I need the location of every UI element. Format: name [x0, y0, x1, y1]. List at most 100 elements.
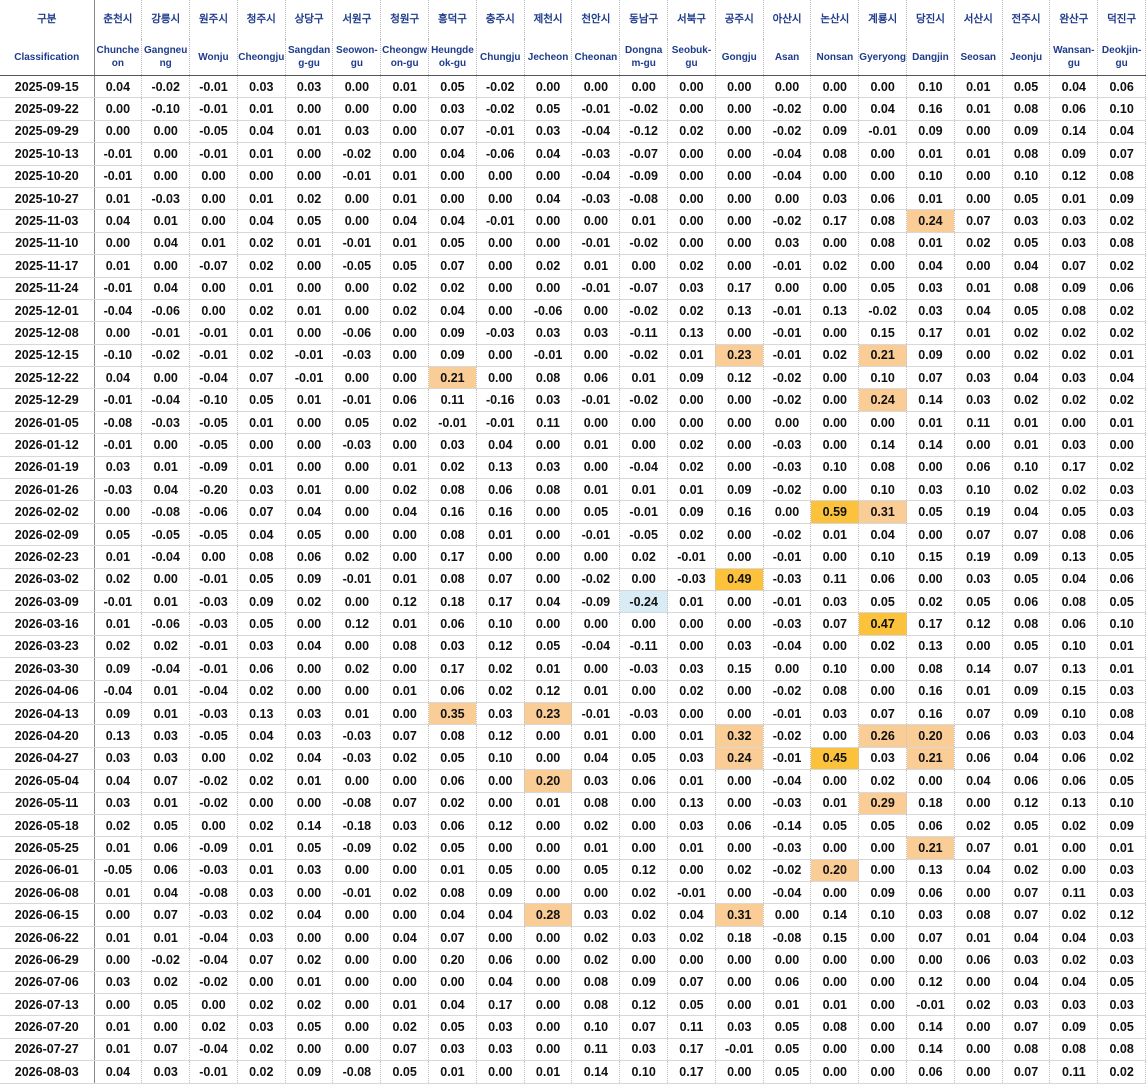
value-cell: 0.04	[524, 590, 573, 614]
value-cell: 0.00	[94, 903, 143, 927]
value-cell: 0.00	[667, 232, 716, 256]
value-cell: -0.02	[619, 232, 669, 256]
value-cell: 0.00	[715, 993, 764, 1017]
value-cell: 0.04	[428, 903, 477, 927]
value-cell: 0.00	[476, 299, 525, 323]
value-cell: -0.10	[141, 97, 191, 121]
value-cell: 0.04	[1049, 971, 1099, 995]
value-cell: -0.09	[571, 590, 621, 614]
value-cell: 0.00	[476, 254, 525, 278]
value-cell: 0.14	[906, 433, 955, 457]
value-cell: 0.02	[237, 1038, 286, 1062]
value-cell: 0.00	[332, 277, 382, 300]
value-cell: 0.10	[1049, 635, 1099, 659]
value-cell: 0.00	[332, 948, 382, 972]
value-cell: 0.02	[380, 881, 430, 905]
value-cell: 0.00	[285, 612, 334, 636]
value-cell: 0.01	[237, 836, 286, 860]
value-cell: 0.05	[428, 747, 477, 771]
value-cell: 0.00	[810, 97, 860, 121]
value-cell: 0.18	[428, 590, 477, 614]
value-cell: 0.05	[285, 1015, 334, 1039]
value-cell: 0.06	[954, 724, 1003, 748]
value-cell: 0.10	[810, 456, 860, 480]
value-cell: 0.01	[380, 165, 430, 188]
value-cell: 0.10	[858, 903, 908, 927]
value-cell: 0.08	[571, 993, 621, 1017]
value-cell: -0.01	[667, 881, 716, 905]
column-header-ko: 원주시	[189, 0, 238, 39]
value-cell: 0.02	[1002, 344, 1051, 368]
value-cell: 0.00	[763, 903, 812, 927]
row-date: 2025-09-15	[0, 75, 95, 99]
row-date: 2026-03-09	[0, 590, 95, 614]
value-cell: 0.00	[332, 1038, 382, 1062]
value-cell: 0.02	[476, 657, 525, 681]
value-cell: 0.07	[428, 254, 477, 278]
value-cell: 0.00	[524, 881, 573, 905]
value-cell: 0.04	[1002, 971, 1051, 995]
value-cell: 0.03	[1097, 993, 1146, 1017]
value-cell: 0.00	[1049, 859, 1099, 883]
value-cell: 0.11	[571, 1038, 621, 1062]
table-row: 2026-01-19 0.03 0.01 -0.09 0.01 0.00 0.00 0.01 0…	[0, 456, 1146, 480]
value-cell: 0.00	[715, 433, 764, 457]
column-header-en: Seowon- gu	[332, 39, 382, 76]
row-date: 2026-06-01	[0, 859, 95, 883]
value-cell: 0.03	[476, 1015, 525, 1039]
value-cell: 0.00	[954, 792, 1003, 815]
value-cell: 0.06	[1097, 523, 1146, 547]
value-cell: 0.16	[906, 97, 955, 121]
value-cell: 0.10	[476, 747, 525, 771]
value-cell: 0.02	[237, 769, 286, 793]
value-cell: 0.00	[285, 456, 334, 480]
table-row: 2026-06-01 -0.05 0.06 -0.03 0.01 0.03 0.00 0.00…	[0, 859, 1146, 883]
value-cell: 0.16	[476, 500, 525, 524]
value-cell: 0.11	[954, 411, 1003, 435]
value-cell: 0.02	[476, 680, 525, 703]
row-date: 2026-02-02	[0, 500, 95, 524]
value-cell: 0.01	[667, 836, 716, 860]
value-cell: 0.00	[476, 836, 525, 860]
row-date: 2026-04-27	[0, 747, 95, 771]
value-cell: 0.01	[237, 859, 286, 883]
value-cell: 0.00	[524, 75, 573, 99]
value-cell: -0.05	[189, 523, 238, 547]
value-cell: 0.01	[141, 926, 191, 950]
value-cell: -0.03	[763, 836, 812, 860]
value-cell: 0.00	[380, 321, 430, 345]
value-cell: 0.03	[1097, 478, 1146, 502]
value-cell: 0.00	[428, 971, 477, 995]
value-cell: 0.02	[237, 254, 286, 278]
value-cell: 0.04	[141, 478, 191, 502]
value-cell: 0.03	[810, 187, 860, 211]
value-cell: 0.00	[571, 75, 621, 99]
value-cell: 0.00	[810, 478, 860, 502]
value-cell: 0.06	[428, 612, 477, 636]
value-cell: 0.00	[524, 612, 573, 636]
value-cell: 0.13	[810, 299, 860, 323]
value-cell: 0.32	[715, 724, 764, 748]
value-cell: 0.04	[1002, 747, 1051, 771]
value-cell: 0.00	[380, 903, 430, 927]
value-cell: 0.02	[571, 948, 621, 972]
value-cell: 0.00	[571, 612, 621, 636]
value-cell: 0.00	[954, 165, 1003, 188]
value-cell: 0.00	[571, 299, 621, 323]
value-cell: 0.01	[667, 344, 716, 368]
value-cell: 0.00	[285, 657, 334, 681]
value-cell: 0.00	[285, 881, 334, 905]
value-cell: -0.04	[571, 635, 621, 659]
value-cell: 0.10	[476, 612, 525, 636]
value-cell: 0.00	[810, 388, 860, 412]
value-cell: 0.00	[1049, 411, 1099, 435]
row-date: 2025-11-24	[0, 277, 95, 300]
value-cell: 0.00	[571, 456, 621, 480]
value-cell: 0.01	[1097, 344, 1146, 368]
column-header-en: Gangneu ng	[141, 39, 191, 76]
table-row: 2026-03-30 0.09 -0.04 -0.01 0.06 0.00 0.02 0.00…	[0, 657, 1146, 681]
value-cell: 0.10	[906, 165, 955, 188]
value-cell: 0.00	[810, 277, 860, 300]
value-cell: 0.02	[141, 635, 191, 659]
column-header-ko: 덕진구	[1097, 0, 1146, 39]
